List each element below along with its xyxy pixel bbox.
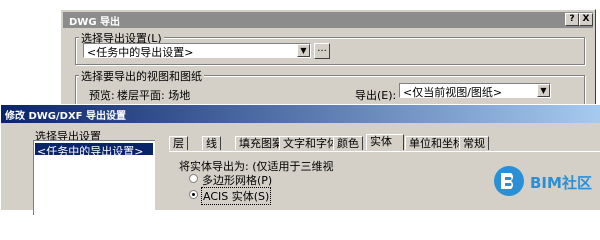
help-button[interactable]: ? [565, 13, 579, 26]
bim-logo-icon [494, 166, 524, 196]
tab-general[interactable]: 常规 [459, 136, 489, 150]
tab-solids[interactable]: 实体 [366, 134, 404, 150]
tab-panel-border [169, 151, 600, 152]
export-views-select[interactable]: <仅当前视图/图纸> ▼ [399, 83, 551, 99]
close-button[interactable]: X [579, 13, 593, 26]
tab-general-label: 常规 [463, 137, 485, 150]
export-setup-select[interactable]: <任务中的导出设置> ▼ [83, 43, 311, 59]
tab-lines[interactable]: 线 [202, 136, 221, 150]
modify-export-settings-titlebar: 修改 DWG/DXF 导出设置 [1, 105, 600, 123]
tab-layers[interactable]: 层 [169, 136, 188, 150]
tab-layers-label: 层 [173, 137, 184, 150]
tab-text-fonts-label: 文字和字体 [283, 137, 338, 150]
polygon-mesh-radio[interactable] [189, 174, 198, 183]
chevron-down-icon[interactable]: ▼ [297, 44, 310, 57]
dwg-export-titlebar: DWG 导出 ? X [63, 12, 593, 28]
tab-lines-label: 线 [206, 137, 217, 150]
tab-solids-label: 实体 [370, 135, 392, 148]
tab-colors-label: 颜色 [337, 137, 359, 150]
export-views-select-value: <仅当前视图/图纸> [403, 86, 503, 99]
acis-solid-label: ACIS 实体(S) [200, 187, 272, 205]
radio-dot-icon [192, 193, 195, 196]
export-label: 导出(E): [355, 89, 397, 102]
bim-community-watermark: BIM社区 [492, 164, 598, 200]
setup-list[interactable]: <任务中的导出设置> [33, 140, 155, 215]
acis-solid-radio[interactable] [189, 190, 198, 199]
chevron-down-icon[interactable]: ▼ [537, 84, 550, 97]
tab-patterns-label: 填充图案 [239, 137, 283, 150]
tab-units-coords-label: 单位和坐标 [409, 137, 464, 150]
tab-colors[interactable]: 颜色 [333, 136, 363, 150]
dwg-export-title: DWG 导出 [69, 17, 121, 28]
polygon-mesh-label: 多边形网格(P) [202, 174, 273, 187]
modify-export-settings-title: 修改 DWG/DXF 导出设置 [5, 111, 126, 122]
tab-strip: 层 线 填充图案 文字和字体 颜色 实体 单位和坐标 常规 [169, 134, 600, 152]
setup-list-item-label: <任务中的导出设置> [37, 145, 144, 158]
help-icon: ? [569, 14, 575, 24]
preview-label: 预览: [89, 89, 115, 102]
setup-list-item[interactable]: <任务中的导出设置> [35, 143, 153, 158]
close-icon: X [582, 14, 590, 24]
views-group-label: 选择要导出的视图和图纸 [79, 68, 204, 84]
browse-button[interactable]: ... [314, 43, 330, 59]
browse-button-label: ... [317, 43, 327, 54]
export-setup-select-value: <任务中的导出设置> [87, 46, 194, 59]
watermark-text: BIM社区 [530, 174, 592, 192]
preview-value: 楼层平面: 场地 [117, 89, 191, 102]
